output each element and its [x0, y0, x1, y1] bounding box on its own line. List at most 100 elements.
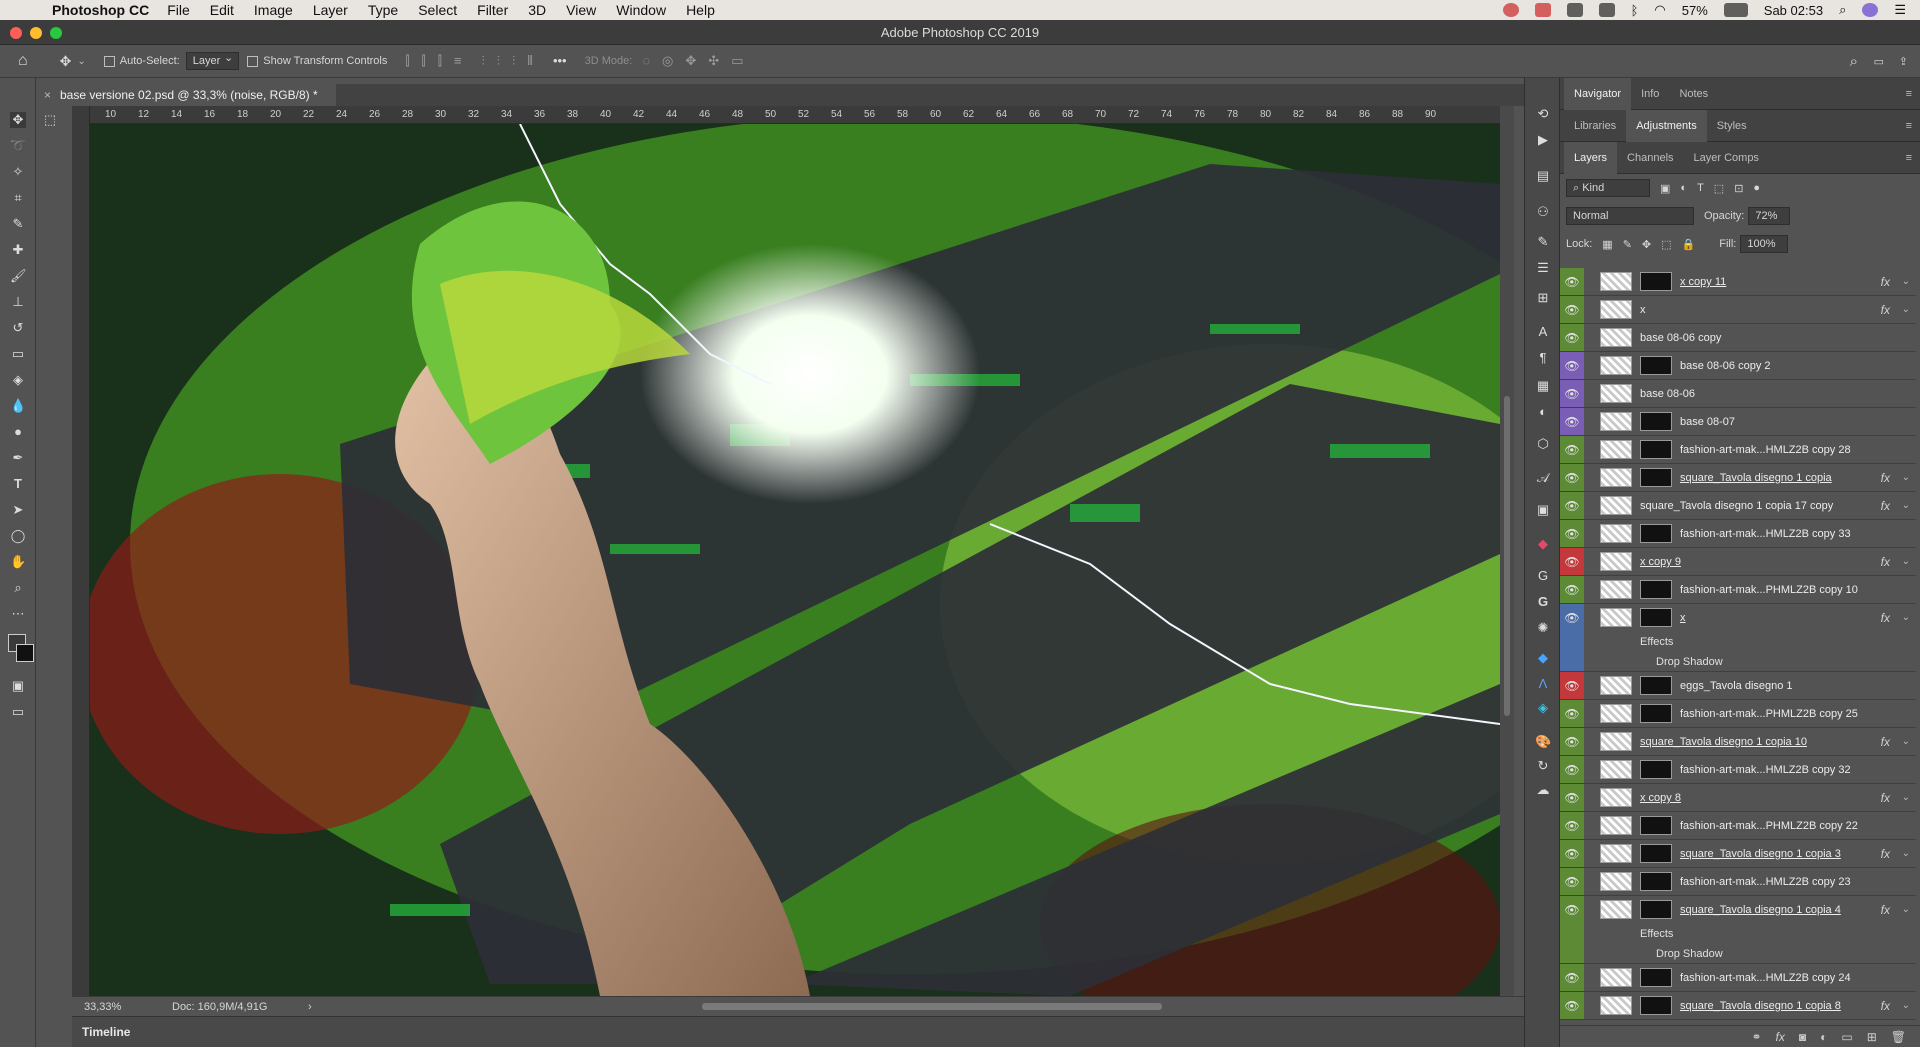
history-icon[interactable]: ⟲ — [1535, 106, 1551, 122]
adjustment-layer-icon[interactable]: ◐ — [1820, 1030, 1827, 1044]
zoom-level[interactable]: 33,33% — [84, 997, 121, 1017]
kind-filter-dropdown[interactable]: ⌕ Kind — [1566, 179, 1650, 197]
brush-icon[interactable]: 🖌 — [10, 268, 27, 284]
layer-name[interactable]: fashion-art-mak...PHMLZ2B copy 25 — [1680, 700, 1858, 728]
layer-thumbnail[interactable] — [1600, 300, 1632, 319]
layer-name[interactable]: base 08-06 — [1640, 380, 1695, 408]
visibility-eye-icon[interactable]: 👁 — [1560, 868, 1584, 895]
layer-name[interactable]: fashion-art-mak...PHMLZ2B copy 22 — [1680, 812, 1858, 840]
vertical-ruler[interactable] — [72, 106, 90, 996]
home-icon[interactable]: ⌂ — [18, 52, 28, 70]
layer-thumbnail[interactable] — [1600, 384, 1632, 403]
minimize-window-button[interactable] — [30, 27, 42, 39]
layer-row[interactable]: 👁 square_Tavola disegno 1 copia 3 fx ⌄ — [1560, 840, 1916, 868]
layer-thumbnail[interactable] — [1600, 328, 1632, 347]
layer-name[interactable]: x — [1680, 604, 1686, 632]
layer-name[interactable]: fashion-art-mak...HMLZ2B copy 23 — [1680, 868, 1851, 896]
extension-wave-icon[interactable]: ◈ — [1535, 700, 1551, 716]
siri-icon[interactable] — [1862, 3, 1879, 17]
layer-name[interactable]: fashion-art-mak...HMLZ2B copy 28 — [1680, 436, 1851, 464]
extension-burst-icon[interactable]: ✺ — [1535, 620, 1551, 636]
clock[interactable]: Sab 02:53 — [1764, 3, 1823, 18]
layer-thumbnail[interactable] — [1600, 412, 1632, 431]
vertical-scrollbar[interactable] — [1500, 106, 1514, 996]
layer-mask-thumbnail[interactable] — [1640, 272, 1672, 291]
eraser-icon[interactable]: ▭ — [10, 346, 26, 362]
layer-row[interactable]: 👁 fashion-art-mak...PHMLZ2B copy 10 — [1560, 576, 1916, 604]
layer-row[interactable]: 👁 square_Tavola disegno 1 copia 17 copy fx… — [1560, 492, 1916, 520]
workspace-icon[interactable]: ▭ — [1874, 55, 1884, 68]
3d-slide-icon[interactable]: ✣ — [708, 53, 719, 69]
visibility-eye-icon[interactable]: 👁 — [1560, 408, 1584, 435]
menu-view[interactable]: View — [566, 2, 596, 18]
layer-thumbnail[interactable] — [1600, 732, 1632, 751]
layer-thumbnail[interactable] — [1600, 704, 1632, 723]
document-canvas[interactable] — [90, 124, 1500, 996]
scroll-thumb[interactable] — [1504, 396, 1510, 716]
layer-name[interactable]: square_Tavola disegno 1 copia — [1680, 464, 1832, 492]
layer-effects-icon[interactable]: fx — [1881, 492, 1890, 520]
extension-icon[interactable]: ◆ — [1535, 536, 1551, 552]
3d-drag-icon[interactable]: ✥ — [685, 53, 696, 69]
filter-type-icon[interactable]: T — [1697, 182, 1704, 194]
layer-thumbnail[interactable] — [1600, 816, 1632, 835]
layer-name[interactable]: square_Tavola disegno 1 copia 3 — [1680, 840, 1841, 868]
paragraph-icon[interactable]: ¶ — [1535, 350, 1551, 366]
search-icon[interactable]: ⌕ — [1850, 53, 1858, 70]
expand-effects-chevron-icon[interactable]: ⌄ — [1902, 296, 1910, 324]
filter-adjustment-icon[interactable]: ◐ — [1680, 182, 1687, 194]
layer-mask-thumbnail[interactable] — [1640, 844, 1672, 863]
share-icon[interactable]: ⇪ — [1899, 55, 1908, 68]
tab-info[interactable]: Info — [1631, 78, 1669, 110]
tab-styles[interactable]: Styles — [1707, 110, 1757, 142]
layer-name[interactable]: fashion-art-mak...HMLZ2B copy 24 — [1680, 964, 1851, 992]
spotlight-icon[interactable]: ⌕ — [1839, 2, 1846, 18]
layer-effects-icon[interactable]: fx — [1881, 464, 1890, 492]
3d-camera-icon[interactable]: ▭ — [731, 53, 743, 69]
menu-edit[interactable]: Edit — [210, 2, 234, 18]
layer-mask-thumbnail[interactable] — [1640, 468, 1672, 487]
layer-thumbnail[interactable] — [1600, 788, 1632, 807]
layer-thumbnail[interactable] — [1600, 356, 1632, 375]
tab-notes[interactable]: Notes — [1669, 78, 1718, 110]
glyphs-icon[interactable]: 𝒜 — [1535, 470, 1551, 486]
layer-row[interactable]: 👁 base 08-06 copy — [1560, 324, 1916, 352]
layer-mask-thumbnail[interactable] — [1640, 900, 1672, 919]
crop-icon[interactable]: ⌗ — [10, 190, 26, 206]
3d-icon[interactable]: ⬡ — [1535, 436, 1551, 452]
layer-name[interactable]: base 08-07 — [1680, 408, 1735, 436]
visibility-eye-icon[interactable]: 👁 — [1560, 548, 1584, 575]
tab-adjustments[interactable]: Adjustments — [1626, 109, 1707, 142]
menu-filter[interactable]: Filter — [477, 2, 508, 18]
layer-name[interactable]: x — [1640, 296, 1646, 324]
layer-name[interactable]: x copy 9 — [1640, 548, 1681, 576]
delete-layer-icon[interactable]: 🗑 — [1891, 1030, 1906, 1044]
layer-row[interactable]: 👁 fashion-art-mak...PHMLZ2B copy 25 — [1560, 700, 1916, 728]
layer-name[interactable]: base 08-06 copy — [1640, 324, 1721, 352]
layer-thumbnail[interactable] — [1600, 996, 1632, 1015]
layer-row[interactable]: 👁 base 08-06 — [1560, 380, 1916, 408]
lock-transparent-icon[interactable]: ▦ — [1602, 238, 1612, 251]
layer-thumbnail[interactable] — [1600, 552, 1632, 571]
visibility-eye-icon[interactable]: 👁 — [1560, 992, 1584, 1019]
menu-select[interactable]: Select — [418, 2, 457, 18]
display-icon[interactable] — [1598, 3, 1615, 17]
layer-thumbnail[interactable] — [1600, 844, 1632, 863]
expand-effects-chevron-icon[interactable]: ⌄ — [1902, 896, 1910, 924]
new-group-icon[interactable]: ▭ — [1841, 1030, 1852, 1044]
layer-row[interactable]: 👁 base 08-06 copy 2 — [1560, 352, 1916, 380]
effect-item-drop-shadow[interactable]: Drop Shadow — [1656, 652, 1723, 672]
layer-row[interactable]: 👁 fashion-art-mak...HMLZ2B copy 28 — [1560, 436, 1916, 464]
auto-select-dropdown[interactable]: Layer — [185, 51, 240, 70]
horizontal-ruler[interactable]: 10 12 14 16 18 20 22 24 26 28 30 32 34 3… — [72, 106, 1500, 124]
expand-effects-chevron-icon[interactable]: ⌄ — [1902, 492, 1910, 520]
layer-mask-thumbnail[interactable] — [1640, 524, 1672, 543]
actions-icon[interactable]: ▶ — [1535, 132, 1551, 148]
align-bottom-icon[interactable]: ⫶ — [512, 53, 515, 69]
creative-cloud-icon[interactable] — [1502, 3, 1519, 17]
layer-row[interactable]: 👁 eggs_Tavola disegno 1 — [1560, 672, 1916, 700]
layer-mask-thumbnail[interactable] — [1640, 760, 1672, 779]
layer-thumbnail[interactable] — [1600, 872, 1632, 891]
extension-g-icon[interactable]: G — [1535, 594, 1551, 610]
menu-layer[interactable]: Layer — [313, 2, 348, 18]
